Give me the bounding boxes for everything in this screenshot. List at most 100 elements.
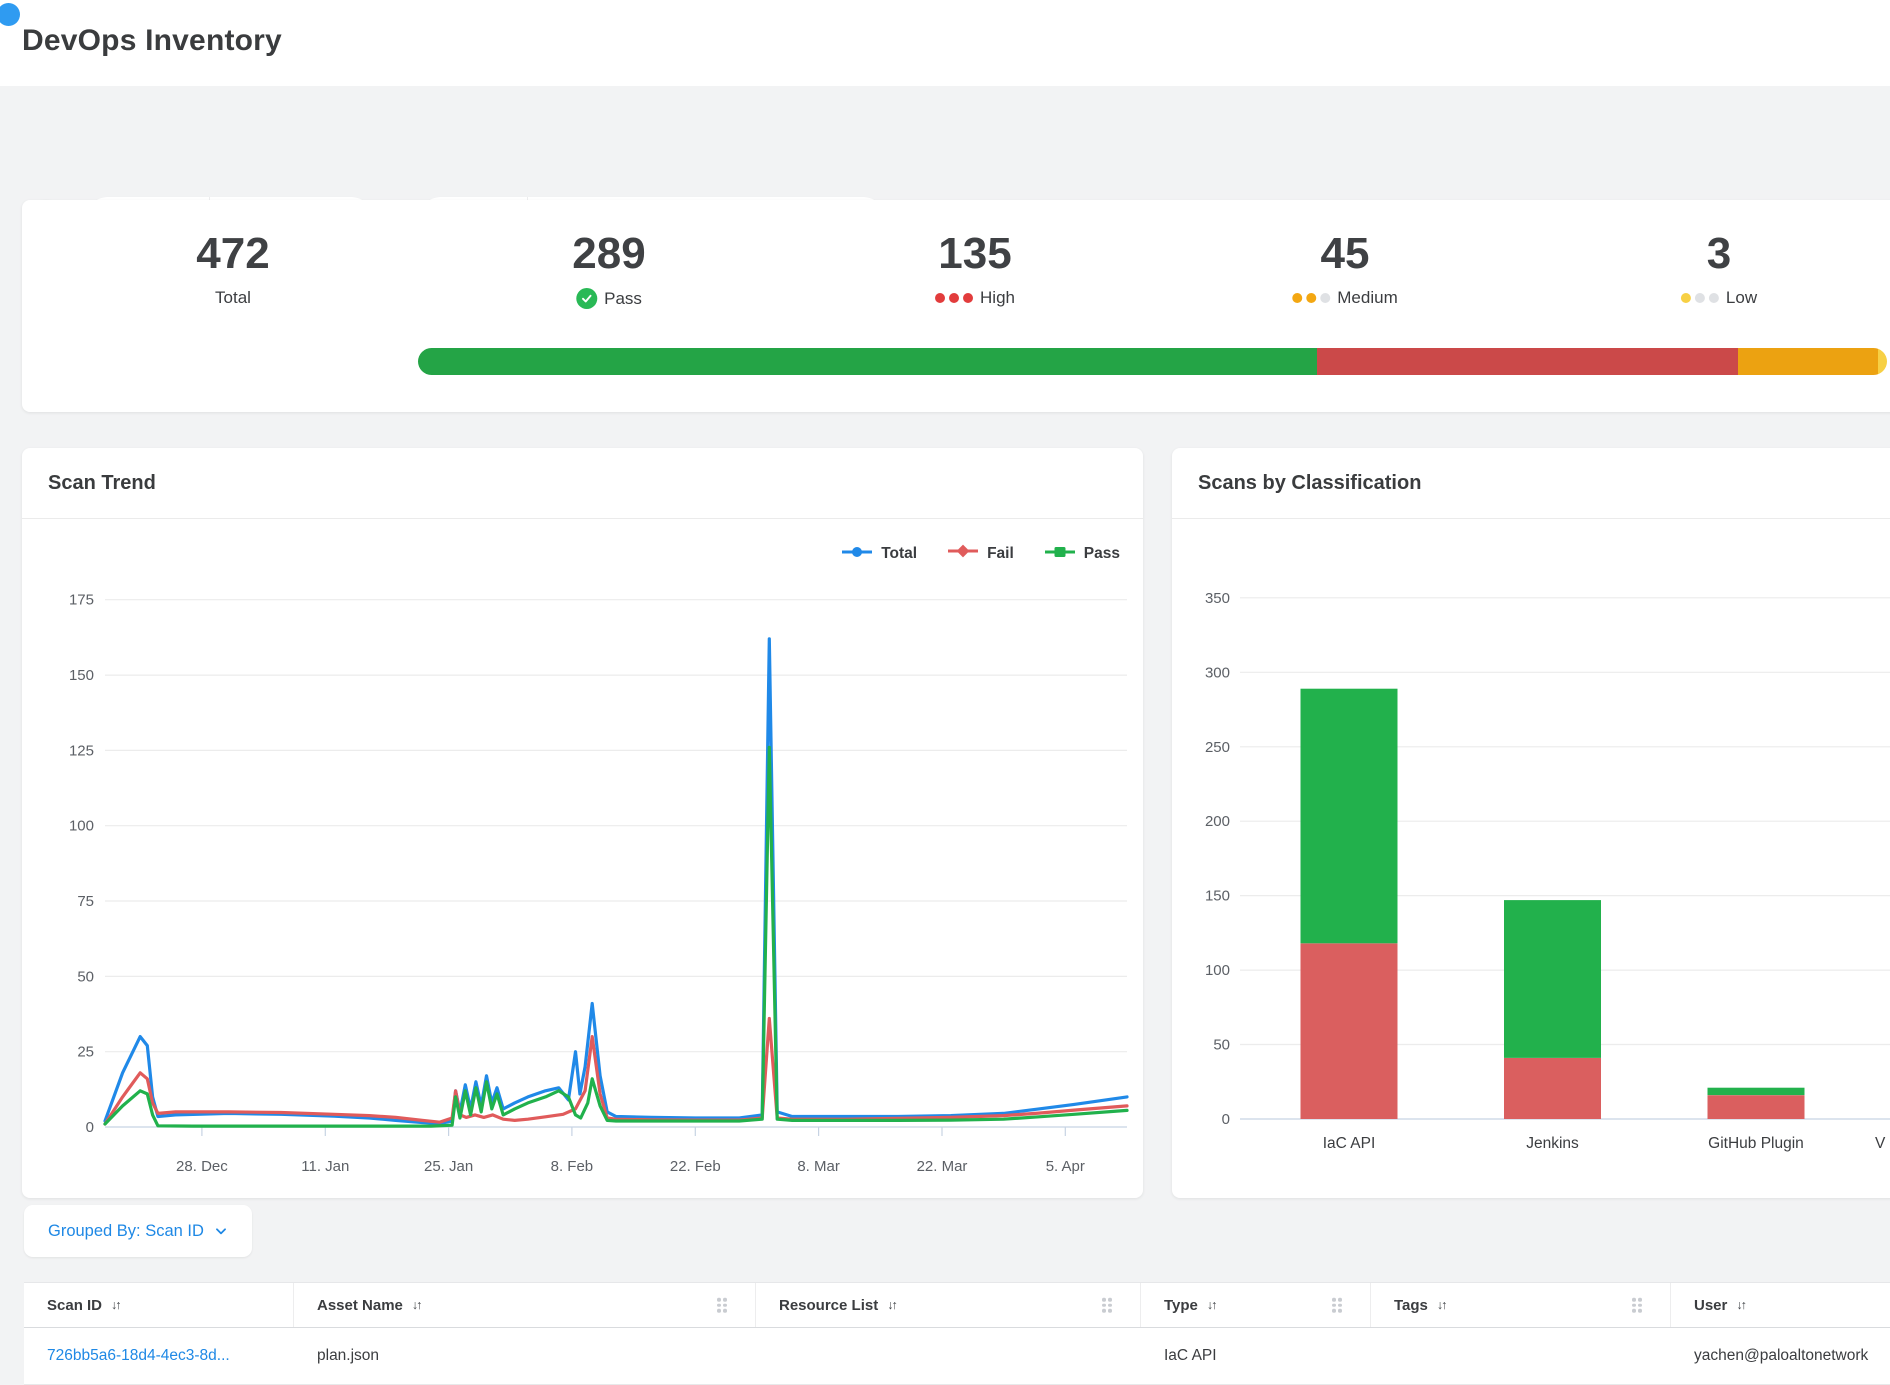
svg-text:8. Mar: 8. Mar — [797, 1158, 840, 1175]
svg-text:75: 75 — [77, 893, 94, 910]
notification-dot — [0, 3, 20, 26]
severity-dot — [1695, 293, 1705, 303]
progress-segment-pass — [418, 348, 1317, 375]
scan-trend-title: Scan Trend — [48, 472, 156, 495]
column-header-type[interactable]: Type↓↑ — [1141, 1283, 1371, 1327]
severity-dot — [1709, 293, 1719, 303]
medium-label: Medium — [1337, 288, 1397, 308]
column-header-scan-id[interactable]: Scan ID↓↑ — [24, 1283, 294, 1327]
svg-text:0: 0 — [86, 1119, 94, 1136]
grouped-by-button[interactable]: Grouped By: Scan ID — [24, 1205, 252, 1257]
svg-text:200: 200 — [1205, 813, 1230, 830]
svg-text:125: 125 — [69, 742, 94, 759]
pass-count: 289 — [572, 230, 645, 278]
column-header-user[interactable]: User↓↑ — [1671, 1283, 1890, 1327]
svg-text:28. Dec: 28. Dec — [176, 1158, 228, 1175]
svg-text:50: 50 — [77, 968, 94, 985]
sort-icon[interactable]: ↓↑ — [887, 1298, 896, 1312]
column-drag-handle-icon[interactable] — [1102, 1298, 1112, 1313]
svg-text:5. Apr: 5. Apr — [1046, 1158, 1085, 1175]
cell-resource-list — [756, 1328, 1141, 1384]
pass-label: Pass — [604, 289, 642, 309]
severity-progress-bar — [418, 348, 1887, 375]
column-drag-handle-icon[interactable] — [717, 1298, 727, 1313]
severity-dot — [1320, 293, 1330, 303]
scan-trend-card: Scan Trend TotalFailPass 025507510012515… — [22, 448, 1143, 1198]
svg-text:175: 175 — [69, 592, 94, 609]
sort-icon[interactable]: ↓↑ — [1736, 1298, 1745, 1312]
severity-dot — [1681, 293, 1691, 303]
high-severity-dots — [935, 293, 973, 303]
svg-text:100: 100 — [69, 818, 94, 835]
stat-total: 472 Total — [196, 230, 269, 308]
severity-dot — [963, 293, 973, 303]
column-header-resource-list[interactable]: Resource List↓↑ — [756, 1283, 1141, 1327]
high-label: High — [980, 288, 1015, 308]
svg-text:Jenkins: Jenkins — [1526, 1135, 1579, 1152]
cell-tags — [1371, 1328, 1671, 1384]
svg-text:50: 50 — [1213, 1037, 1230, 1054]
low-severity-dots — [1681, 293, 1719, 303]
sort-icon[interactable]: ↓↑ — [111, 1298, 120, 1312]
table-header-row: Scan ID↓↑Asset Name↓↑Resource List↓↑Type… — [24, 1283, 1890, 1328]
svg-text:IaC API: IaC API — [1323, 1135, 1376, 1152]
table-row: 726bb5a6-18d4-4ec3-8d... plan.json IaC API… — [24, 1328, 1890, 1385]
cell-scan-id[interactable]: 726bb5a6-18d4-4ec3-8d... — [24, 1328, 294, 1384]
sort-icon[interactable]: ↓↑ — [412, 1298, 421, 1312]
high-count: 135 — [935, 230, 1015, 278]
total-count: 472 — [196, 230, 269, 278]
svg-text:25: 25 — [77, 1044, 94, 1061]
severity-dot — [1306, 293, 1316, 303]
progress-segment-medium — [1738, 348, 1878, 375]
stat-low: 3 Low — [1681, 230, 1757, 308]
page-title: DevOps Inventory — [22, 24, 282, 58]
svg-text:100: 100 — [1205, 962, 1230, 979]
filter-bar: Time Range Past 6 Months ✕ Status Passed… — [0, 86, 1890, 170]
column-header-tags[interactable]: Tags↓↑ — [1371, 1283, 1671, 1327]
table-body: 726bb5a6-18d4-4ec3-8d... plan.json IaC API… — [24, 1328, 1890, 1385]
cell-asset-name: plan.json — [294, 1328, 756, 1384]
scans-table: Scan ID↓↑Asset Name↓↑Resource List↓↑Type… — [24, 1282, 1890, 1385]
progress-segment-low — [1878, 348, 1887, 375]
classification-card: Scans by Classification 0501001502002503… — [1172, 448, 1890, 1198]
svg-text:300: 300 — [1205, 664, 1230, 681]
svg-text:150: 150 — [69, 667, 94, 684]
cell-type: IaC API — [1141, 1328, 1371, 1384]
stat-pass: 289 Pass — [572, 230, 645, 309]
pass-check-icon — [576, 288, 597, 309]
svg-text:25. Jan: 25. Jan — [424, 1158, 473, 1175]
medium-severity-dots — [1292, 293, 1330, 303]
sort-icon[interactable]: ↓↑ — [1207, 1298, 1216, 1312]
classification-chart[interactable]: 050100150200250300350IaC APIJenkinsGitHu… — [1172, 518, 1890, 1198]
stat-high: 135 High — [935, 230, 1015, 308]
medium-count: 45 — [1292, 230, 1397, 278]
total-label: Total — [215, 288, 251, 308]
classification-header: Scans by Classification — [1172, 448, 1890, 519]
severity-dot — [949, 293, 959, 303]
svg-text:250: 250 — [1205, 739, 1230, 756]
chevron-down-icon — [214, 1224, 228, 1238]
column-header-asset-name[interactable]: Asset Name↓↑ — [294, 1283, 756, 1327]
scan-trend-chart[interactable]: 0 25 50 75 100 125 150 175 28. Dec 11. Jan 25. Jan… — [22, 518, 1143, 1198]
summary-card: 472 Total 289 Pass 135 High 45 Medium 3 … — [22, 200, 1890, 412]
grouped-by-label: Grouped By: Scan ID — [48, 1222, 204, 1241]
low-label: Low — [1726, 288, 1757, 308]
svg-text:V: V — [1875, 1135, 1886, 1152]
severity-dot — [935, 293, 945, 303]
sort-icon[interactable]: ↓↑ — [1437, 1298, 1446, 1312]
severity-dot — [1292, 293, 1302, 303]
svg-text:GitHub Plugin: GitHub Plugin — [1708, 1135, 1804, 1152]
scan-id-link[interactable]: 726bb5a6-18d4-4ec3-8d... — [47, 1347, 230, 1365]
svg-text:8. Feb: 8. Feb — [551, 1158, 594, 1175]
svg-text:22. Feb: 22. Feb — [670, 1158, 721, 1175]
stat-medium: 45 Medium — [1292, 230, 1397, 308]
progress-segment-high — [1317, 348, 1737, 375]
classification-title: Scans by Classification — [1198, 472, 1421, 495]
svg-text:11. Jan: 11. Jan — [301, 1158, 349, 1175]
cell-user: yachen@paloaltonetwork — [1671, 1328, 1890, 1384]
column-drag-handle-icon[interactable] — [1332, 1298, 1342, 1313]
app-header: DevOps Inventory — [0, 0, 1890, 86]
svg-text:0: 0 — [1222, 1111, 1230, 1128]
column-drag-handle-icon[interactable] — [1632, 1298, 1642, 1313]
low-count: 3 — [1681, 230, 1757, 278]
